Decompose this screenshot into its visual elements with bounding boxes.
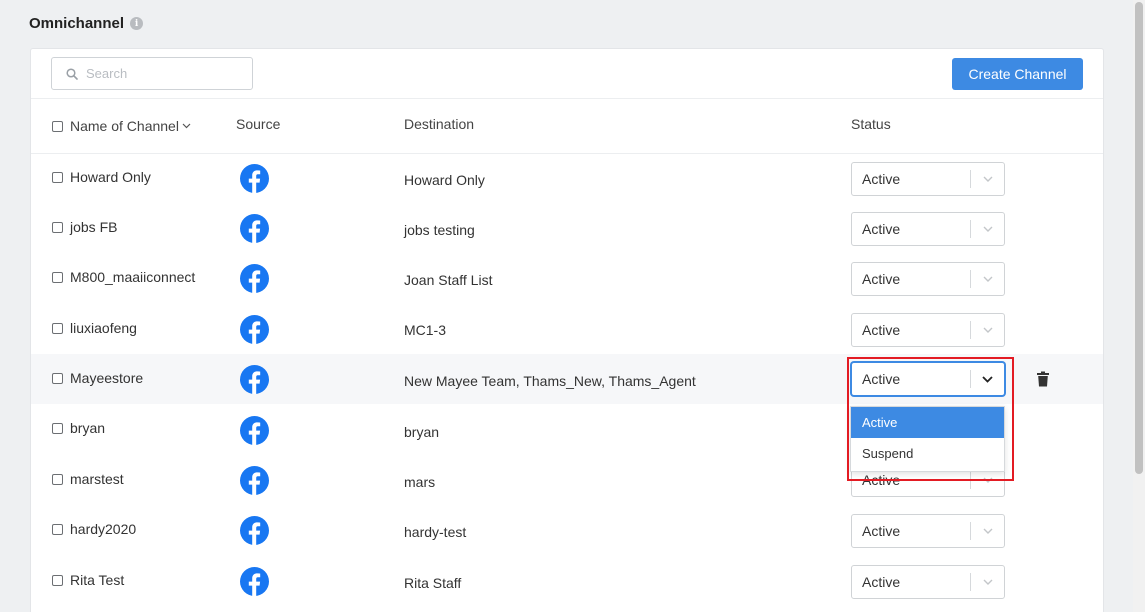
table-row[interactable]: jobs FB jobs testing Active (31, 204, 1103, 254)
channel-name: Mayeestore (70, 370, 144, 386)
row-checkbox[interactable] (52, 271, 63, 283)
status-select[interactable]: Active (851, 313, 1005, 347)
info-icon[interactable]: i (130, 17, 144, 30)
destination: hardy-test (404, 524, 467, 540)
chevron-down-icon[interactable] (971, 375, 1004, 383)
destination: Joan Staff List (404, 272, 493, 288)
destination: MC1-3 (404, 322, 447, 338)
status-value: Active (862, 523, 901, 539)
status-select[interactable]: Active (851, 212, 1005, 246)
toolbar: Create Channel (31, 49, 1103, 99)
facebook-icon (240, 264, 269, 293)
table-row[interactable]: Howard Only Howard Only Active (31, 154, 1103, 204)
status-select[interactable]: Active (851, 565, 1005, 599)
channel-name: M800_maaiiconnect (70, 269, 196, 285)
facebook-icon (240, 466, 269, 495)
select-all-checkbox[interactable] (52, 120, 63, 132)
header-name-label: Name of Channel (70, 118, 179, 134)
row-name-cell: marstest (52, 471, 124, 487)
status-dropdown-menu: Active Suspend (850, 406, 1005, 472)
channel-name: jobs FB (70, 219, 118, 235)
row-checkbox[interactable] (52, 372, 63, 384)
chevron-down-icon[interactable] (971, 477, 1004, 483)
row-checkbox[interactable] (52, 523, 63, 535)
status-value: Active (862, 472, 901, 488)
table-header: Name of Channel Source Destination Statu… (31, 100, 1103, 154)
row-name-cell: bryan (52, 420, 105, 436)
channel-name: liuxiaofeng (70, 320, 137, 336)
destination: Howard Only (404, 172, 485, 188)
row-name-cell: Rita Test (52, 572, 124, 588)
channel-name: hardy2020 (70, 521, 137, 537)
row-name-cell: hardy2020 (52, 521, 136, 537)
trash-icon[interactable] (1036, 371, 1050, 387)
status-select[interactable]: Active (851, 162, 1005, 196)
row-name-cell: Howard Only (52, 169, 151, 185)
facebook-icon (240, 416, 269, 445)
facebook-icon (240, 164, 269, 193)
table-row[interactable]: liuxiaofeng MC1-3 Active (31, 304, 1103, 354)
chevron-down-icon[interactable] (971, 276, 1004, 282)
sort-chevron-down-icon[interactable] (182, 123, 191, 129)
row-checkbox[interactable] (52, 221, 63, 233)
channel-card: Create Channel Name of Channel Source De… (30, 48, 1104, 612)
chevron-down-icon[interactable] (971, 528, 1004, 534)
destination: Rita Staff (404, 575, 462, 591)
row-checkbox[interactable] (52, 574, 63, 586)
page-title: Omnichannel i (29, 15, 144, 32)
table-row[interactable]: Rita Test Rita Staff Active (31, 556, 1103, 606)
search-icon (66, 67, 78, 80)
row-name-cell: jobs FB (52, 219, 117, 235)
facebook-icon (240, 214, 269, 243)
status-select[interactable]: Active (851, 262, 1005, 296)
row-name-cell: M800_maaiiconnect (52, 269, 195, 285)
row-name-cell: Mayeestore (52, 370, 143, 386)
table-row[interactable]: M800_maaiiconnect Joan Staff List Active (31, 254, 1103, 304)
dropdown-option-active[interactable]: Active (851, 407, 1004, 438)
status-value: Active (862, 371, 901, 387)
table-row-active[interactable]: Mayeestore New Mayee Team, Thams_New, Th… (31, 354, 1103, 404)
header-status: Status (851, 116, 891, 132)
destination: bryan (404, 424, 440, 440)
facebook-icon (240, 567, 269, 596)
header-source: Source (236, 116, 281, 132)
create-channel-button[interactable]: Create Channel (952, 58, 1083, 90)
row-name-cell: liuxiaofeng (52, 320, 137, 336)
status-value: Active (862, 322, 901, 338)
row-checkbox[interactable] (52, 422, 63, 434)
row-checkbox[interactable] (52, 322, 63, 334)
channel-name: marstest (70, 471, 124, 487)
chevron-down-icon[interactable] (971, 176, 1004, 182)
search-box[interactable] (51, 57, 253, 90)
channel-name: Howard Only (70, 169, 151, 185)
dropdown-option-suspend[interactable]: Suspend (851, 438, 1004, 469)
destination: jobs testing (404, 222, 475, 238)
facebook-icon (240, 315, 269, 344)
header-destination: Destination (404, 116, 475, 132)
status-value: Active (862, 271, 901, 287)
table-row[interactable]: hardy2020 hardy-test Active (31, 506, 1103, 556)
search-input[interactable] (86, 66, 236, 81)
facebook-icon (240, 365, 269, 394)
destination: mars (404, 474, 436, 490)
facebook-icon (240, 516, 269, 545)
header-name[interactable]: Name of Channel (52, 118, 191, 134)
chevron-down-icon[interactable] (971, 579, 1004, 585)
channel-name: Rita Test (70, 572, 125, 588)
scrollbar-thumb[interactable] (1135, 2, 1143, 474)
destination: New Mayee Team, Thams_New, Thams_Agent (404, 373, 696, 389)
page-scrollbar[interactable] (1133, 0, 1145, 612)
status-value: Active (862, 221, 901, 237)
status-value: Active (862, 171, 901, 187)
chevron-down-icon[interactable] (971, 226, 1004, 232)
page-title-text: Omnichannel (29, 15, 125, 32)
row-checkbox[interactable] (52, 171, 63, 183)
channel-name: bryan (70, 420, 106, 436)
status-value: Active (862, 574, 901, 590)
status-select-open[interactable]: Active (851, 362, 1005, 396)
chevron-down-icon[interactable] (971, 327, 1004, 333)
status-select[interactable]: Active (851, 514, 1005, 548)
row-checkbox[interactable] (52, 473, 63, 485)
